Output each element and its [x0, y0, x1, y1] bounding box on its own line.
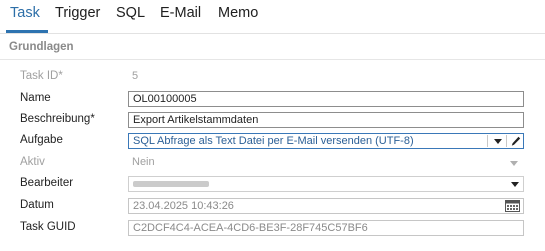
aktiv-label: Aktiv [20, 156, 45, 168]
aktiv-value: Nein [132, 156, 155, 168]
task-guid-label: Task GUID [20, 221, 76, 233]
chevron-down-icon [507, 156, 521, 170]
tab-trigger[interactable]: Trigger [55, 5, 100, 21]
datum-input[interactable]: 23.04.2025 10:43:26 [128, 198, 524, 214]
tab-bar: Task Trigger SQL E-Mail Memo [0, 0, 545, 34]
aufgabe-value: SQL Abfrage als Text Datei per E-Mail ve… [133, 135, 414, 147]
separator [506, 135, 507, 147]
section-title: Grundlagen [9, 41, 74, 53]
task-id-label: Task ID* [20, 70, 63, 82]
bearbeiter-label: Bearbeiter [20, 177, 74, 189]
bearbeiter-select[interactable] [128, 176, 524, 192]
aufgabe-select[interactable]: SQL Abfrage als Text Datei per E-Mail ve… [128, 133, 524, 149]
aktiv-select: Nein [128, 155, 524, 171]
task-id-field: 5 [128, 69, 524, 85]
beschreibung-input[interactable]: Export Artikelstammdaten [128, 112, 524, 128]
section-divider [0, 59, 545, 60]
tab-memo[interactable]: Memo [218, 5, 258, 21]
name-input[interactable]: OL00100005 [128, 91, 524, 107]
redacted-value [133, 181, 209, 187]
task-guid-input[interactable]: C2DCF4C4-ACEA-4CD6-BE3F-28F745C57BF6 [128, 220, 524, 236]
datum-label: Datum [20, 199, 54, 211]
pencil-icon[interactable] [509, 134, 523, 148]
active-tab-indicator [6, 30, 48, 33]
chevron-down-icon[interactable] [491, 134, 505, 148]
tab-task[interactable]: Task [10, 5, 40, 21]
aufgabe-label: Aufgabe [20, 134, 63, 146]
calendar-icon[interactable] [505, 199, 520, 212]
separator [487, 135, 488, 147]
chevron-down-icon[interactable] [508, 177, 522, 191]
beschreibung-label: Beschreibung* [20, 113, 95, 125]
tab-email[interactable]: E-Mail [160, 5, 201, 21]
name-label: Name [20, 92, 51, 104]
tab-sql[interactable]: SQL [116, 5, 145, 21]
